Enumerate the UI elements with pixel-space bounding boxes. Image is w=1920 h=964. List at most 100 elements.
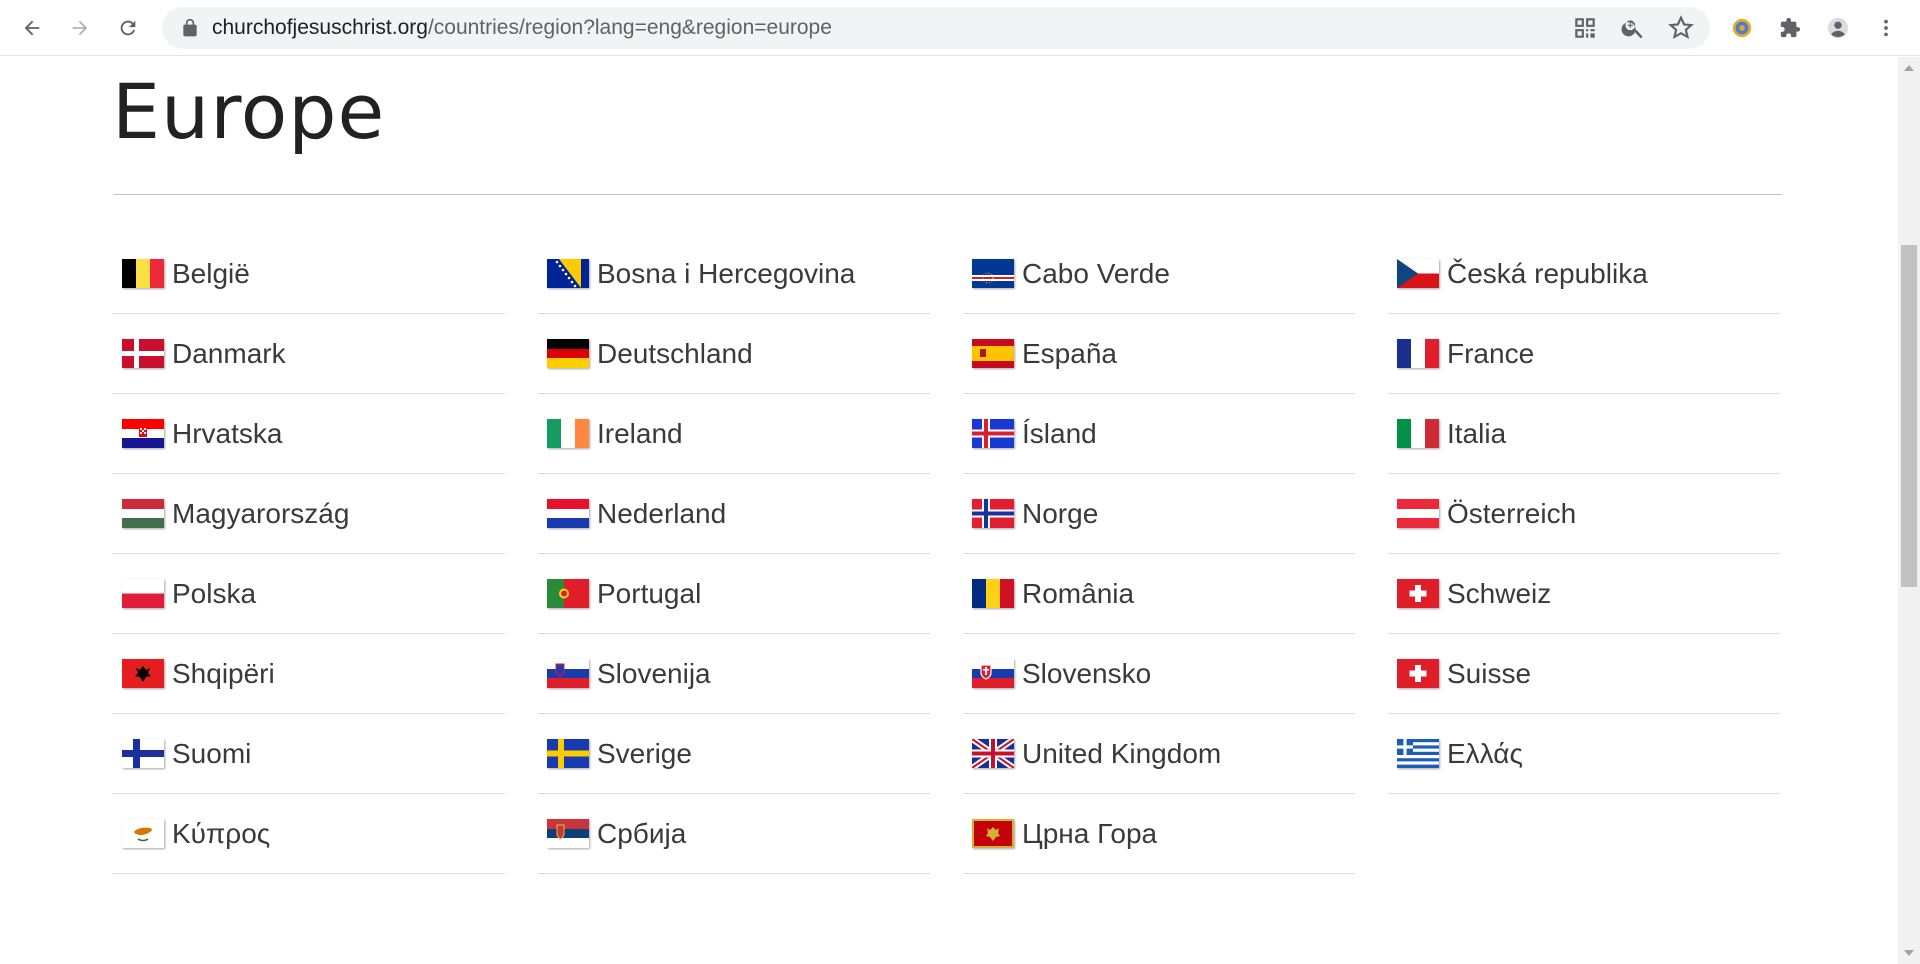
country-name: Italia xyxy=(1447,417,1507,449)
country-link[interactable]: Magyarország xyxy=(113,474,505,554)
forward-button[interactable] xyxy=(62,10,98,46)
montenegro-flag-icon xyxy=(972,819,1014,848)
country-name: Ísland xyxy=(1022,417,1097,449)
belgium-flag-icon xyxy=(122,259,164,288)
cape-verde-flag-icon xyxy=(972,259,1014,288)
country-link[interactable]: España xyxy=(963,314,1355,394)
country-name: Slovenija xyxy=(597,657,711,689)
country-link[interactable]: Hrvatska xyxy=(113,394,505,474)
country-link[interactable]: România xyxy=(963,554,1355,634)
country-name: Hrvatska xyxy=(172,417,283,449)
country-name: Suisse xyxy=(1447,657,1532,689)
country-name: Србија xyxy=(597,817,687,849)
finland-flag-icon xyxy=(122,739,164,768)
country-list: België Bosna i Hercegovina Cabo Verde Če… xyxy=(113,234,1782,874)
country-link[interactable]: Ελλάς xyxy=(1388,714,1780,794)
country-name: Österreich xyxy=(1447,497,1577,529)
country-link[interactable]: Schweiz xyxy=(1388,554,1780,634)
extensions-button[interactable] xyxy=(1772,10,1808,46)
country-link[interactable]: Ísland xyxy=(963,394,1355,474)
country-name: Ireland xyxy=(597,417,683,449)
bosnia-flag-icon xyxy=(547,259,589,288)
france-flag-icon xyxy=(1397,339,1439,368)
address-bar[interactable]: churchofjesuschrist.org/countries/region… xyxy=(162,7,1710,49)
serbia-flag-icon xyxy=(547,819,589,848)
reload-icon xyxy=(120,20,136,36)
country-link[interactable]: Deutschland xyxy=(538,314,930,394)
country-name: Norge xyxy=(1022,497,1099,529)
croatia-flag-icon xyxy=(122,419,164,448)
germany-flag-icon xyxy=(547,339,589,368)
country-link[interactable]: Bosna i Hercegovina xyxy=(538,234,930,314)
country-name: Suomi xyxy=(172,737,252,769)
scrollbar-thumb[interactable] xyxy=(1901,245,1917,587)
browser-toolbar: churchofjesuschrist.org/countries/region… xyxy=(0,0,1920,56)
lock-icon xyxy=(183,18,197,37)
country-link[interactable]: Suomi xyxy=(113,714,505,794)
country-link[interactable]: Polska xyxy=(113,554,505,634)
country-link[interactable]: Sverige xyxy=(538,714,930,794)
country-name: Polska xyxy=(172,577,257,609)
reload-button[interactable] xyxy=(110,10,146,46)
country-link[interactable]: Shqipëri xyxy=(113,634,505,714)
profile-button[interactable] xyxy=(1820,10,1856,46)
country-link[interactable]: Suisse xyxy=(1388,634,1780,714)
poland-flag-icon xyxy=(122,579,164,608)
country-link[interactable]: Italia xyxy=(1388,394,1780,474)
arrow-left-icon xyxy=(24,20,40,36)
page-content: Europe België Bosna i Hercegovina Cabo V… xyxy=(0,57,1898,964)
country-link[interactable]: Österreich xyxy=(1388,474,1780,554)
portugal-flag-icon xyxy=(547,579,589,608)
page-title: Europe xyxy=(112,67,386,156)
country-link[interactable]: Црна Гора xyxy=(963,794,1355,874)
country-link[interactable]: France xyxy=(1388,314,1780,394)
country-link[interactable]: Cabo Verde xyxy=(963,234,1355,314)
bookmark-star-icon[interactable] xyxy=(1668,15,1694,41)
country-link[interactable]: Ireland xyxy=(538,394,930,474)
country-link[interactable]: Србија xyxy=(538,794,930,874)
country-link[interactable]: Slovensko xyxy=(963,634,1355,714)
country-name: Ελλάς xyxy=(1447,737,1523,769)
norway-flag-icon xyxy=(972,499,1014,528)
qr-code-icon[interactable] xyxy=(1572,15,1598,41)
country-link[interactable]: Slovenija xyxy=(538,634,930,714)
country-link[interactable]: United Kingdom xyxy=(963,714,1355,794)
romania-flag-icon xyxy=(972,579,1014,608)
country-link[interactable]: België xyxy=(113,234,505,314)
spain-flag-icon xyxy=(972,339,1014,368)
uk-flag-icon xyxy=(972,739,1014,768)
italy-flag-icon xyxy=(1397,419,1439,448)
arrow-right-icon xyxy=(72,20,88,36)
scroll-down-arrow-icon[interactable] xyxy=(1904,950,1914,956)
country-link[interactable]: Nederland xyxy=(538,474,930,554)
extension-globe-button[interactable] xyxy=(1724,10,1760,46)
country-name: Česká republika xyxy=(1447,257,1648,289)
back-button[interactable] xyxy=(14,10,50,46)
country-name: Danmark xyxy=(172,337,286,369)
zoom-icon[interactable] xyxy=(1620,15,1646,41)
austria-flag-icon xyxy=(1397,499,1439,528)
url-host: churchofjesuschrist.org xyxy=(212,16,428,39)
menu-button[interactable] xyxy=(1868,10,1904,46)
page-scrollbar[interactable] xyxy=(1898,57,1920,964)
country-name: România xyxy=(1022,577,1135,609)
country-link[interactable]: Portugal xyxy=(538,554,930,634)
country-name: Deutschland xyxy=(597,337,753,369)
globe-extension-icon xyxy=(1732,18,1752,38)
url-text[interactable]: churchofjesuschrist.org/countries/region… xyxy=(212,7,832,49)
country-name: Κύπρος xyxy=(172,817,271,849)
country-name: Slovensko xyxy=(1022,657,1152,689)
country-name: België xyxy=(172,257,250,289)
hungary-flag-icon xyxy=(122,499,164,528)
ireland-flag-icon xyxy=(547,419,589,448)
country-name: France xyxy=(1447,337,1535,369)
country-link[interactable]: Κύπρος xyxy=(113,794,505,874)
cyprus-flag-icon xyxy=(122,819,164,848)
scroll-up-arrow-icon[interactable] xyxy=(1904,65,1914,71)
switzerland-flag-icon xyxy=(1397,659,1439,688)
country-link[interactable]: Norge xyxy=(963,474,1355,554)
country-name: Portugal xyxy=(597,577,702,609)
country-link[interactable]: Česká republika xyxy=(1388,234,1780,314)
country-link[interactable]: Danmark xyxy=(113,314,505,394)
slovenia-flag-icon xyxy=(547,659,589,688)
